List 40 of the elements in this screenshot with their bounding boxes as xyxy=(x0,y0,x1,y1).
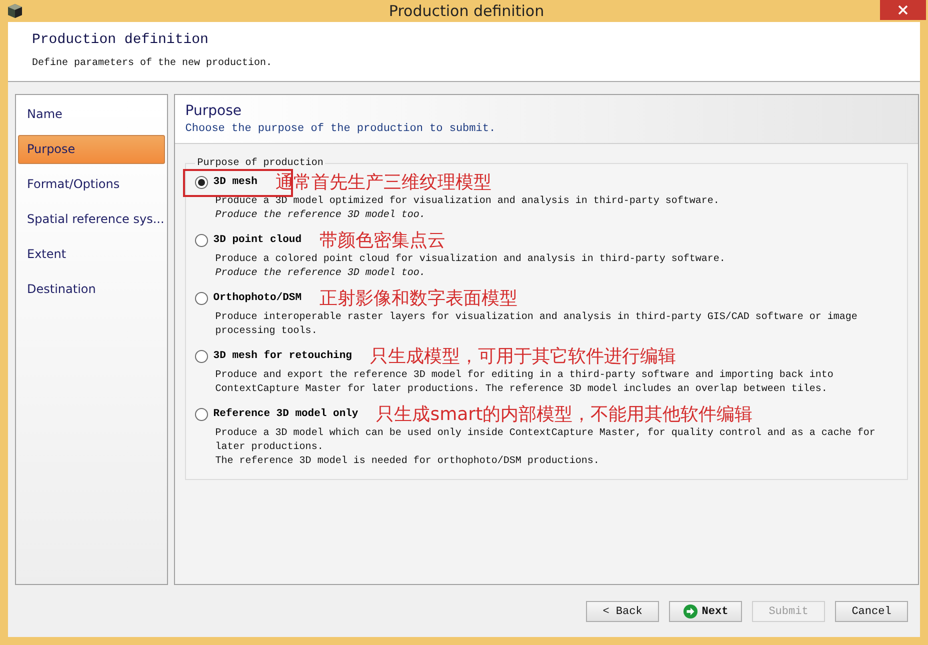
option-description: Produce the reference 3D model too. xyxy=(214,209,426,223)
sidebar-item[interactable]: Name xyxy=(18,100,166,129)
option-description: Produce the reference 3D model too. xyxy=(214,267,426,281)
option-label[interactable]: 3D point cloud xyxy=(213,234,302,246)
option-label[interactable]: 3D mesh xyxy=(213,176,258,188)
sidebar-item[interactable]: Spatial reference sys... xyxy=(18,205,166,234)
sidebar-item[interactable]: Destination xyxy=(18,275,166,304)
sidebar-item[interactable]: Format/Options xyxy=(18,170,166,199)
close-button[interactable] xyxy=(880,0,926,20)
option-description: Produce a 3D model which can be used only inside ContextCapture Master, for quality control and as a cache for later productions. xyxy=(214,427,876,455)
radio-button[interactable] xyxy=(195,292,208,304)
header-subtitle: Define parameters of the new production. xyxy=(32,58,274,69)
option-description: Produce interoperable raster layers for visualization and analysis in third-party GIS/CAD software or image processing tools. xyxy=(214,311,858,339)
option-label[interactable]: Reference 3D model only xyxy=(213,408,358,420)
sidebar-item[interactable]: Purpose xyxy=(18,135,166,164)
app-icon xyxy=(7,3,23,19)
annotation-text: 带颜色密集点云 xyxy=(320,229,446,252)
radio-button[interactable] xyxy=(195,408,208,420)
radio-button[interactable] xyxy=(195,234,208,246)
sidebar-item[interactable]: Extent xyxy=(18,240,166,269)
dialog-button[interactable]: Cancel xyxy=(835,601,908,622)
panel-subtitle: Choose the purpose of the production to submit. xyxy=(185,123,497,135)
annotation-text: 只生成smart的内部模型，不能用其他软件编辑 xyxy=(376,403,753,426)
option-description: Produce and export the reference 3D model for editing in a third-party software and importing back into ContextCapture Master for later productions. The reference 3D model includes an overlap between tiles. xyxy=(214,369,834,397)
option-label[interactable]: 3D mesh for retouching xyxy=(213,350,352,362)
annotation-text: 只生成模型，可用于其它软件进行编辑 xyxy=(370,345,676,368)
window-title: Production definition xyxy=(388,2,546,20)
annotation-text: 正射影像和数字表面模型 xyxy=(320,287,518,310)
group-title: Purpose of production xyxy=(196,158,324,169)
annotation-text: 通常首先生产三维纹理模型 xyxy=(275,171,492,194)
option-description: Produce a colored point cloud for visualization and analysis in third-party software. xyxy=(214,253,726,267)
back-button[interactable]: < Back xyxy=(586,601,659,622)
panel-title: Purpose xyxy=(185,103,242,119)
next-button[interactable]: Next xyxy=(669,601,742,622)
header-title: Production definition xyxy=(32,32,210,48)
option-description: The reference 3D model is needed for orthophoto/DSM productions. xyxy=(214,455,600,469)
close-icon xyxy=(898,5,908,15)
radio-button[interactable] xyxy=(195,176,208,188)
option-label[interactable]: Orthophoto/DSM xyxy=(213,292,302,304)
radio-button[interactable] xyxy=(195,350,208,362)
